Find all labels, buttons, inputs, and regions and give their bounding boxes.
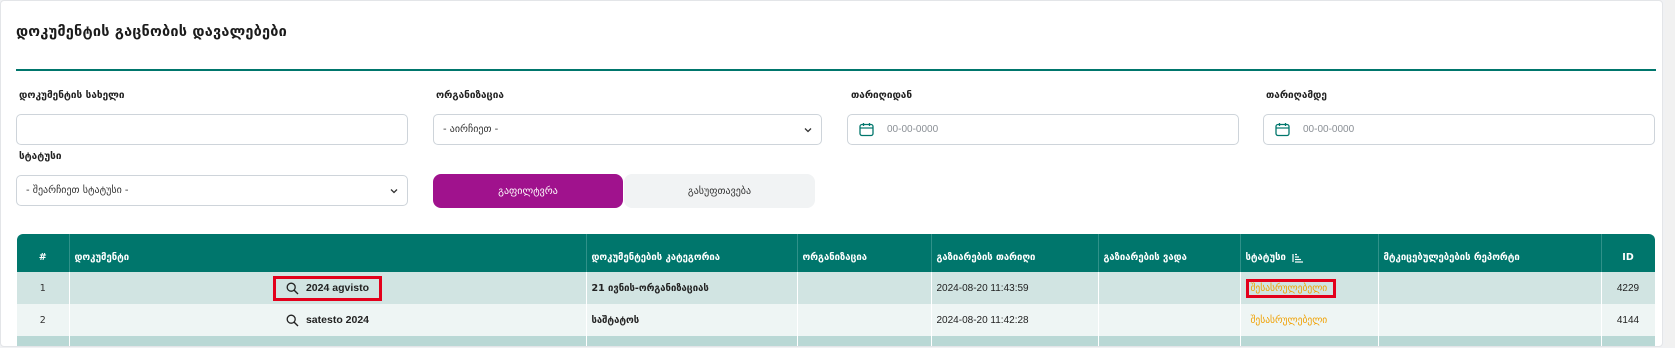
report-cell xyxy=(1378,304,1602,336)
search-icon xyxy=(286,282,299,294)
category-cell: 21 ივნის-ორგანიზაციას xyxy=(586,272,798,304)
column-header-shared-date: გაზიარების თარიღი xyxy=(931,234,1099,272)
calendar-icon xyxy=(859,123,874,137)
date-to-placeholder: 00-00-0000 xyxy=(1303,124,1355,135)
column-header-report: მტკიცებულებების რეპორტი xyxy=(1378,234,1602,272)
search-icon xyxy=(286,314,299,326)
sort-icon[interactable] xyxy=(1292,253,1304,263)
row-number: 2 xyxy=(17,304,70,336)
id-cell: 4229 xyxy=(1601,272,1655,304)
deadline-cell xyxy=(1098,272,1241,304)
status-selected-value: - შეარჩიეთ სტატუსი - xyxy=(26,185,129,196)
status-badge[interactable]: შესასრულებელი xyxy=(1246,315,1328,326)
table-row[interactable]: 2 satesto 2024 საშტატოს 2024-08-20 11:42… xyxy=(17,304,1655,336)
date-from-input[interactable]: 00-00-0000 xyxy=(847,114,1239,145)
column-header-deadline: გაზიარების ვადა xyxy=(1098,234,1241,272)
column-header-status[interactable]: სტატუსი xyxy=(1240,234,1379,272)
column-header-document: დოკუმენტი xyxy=(69,234,587,272)
report-cell xyxy=(1378,272,1602,304)
organization-cell xyxy=(797,272,932,304)
document-name-input[interactable] xyxy=(16,114,408,145)
chevron-down-icon xyxy=(390,189,398,194)
scrollbar[interactable] xyxy=(1665,0,1675,347)
document-name: 2024 agvisto xyxy=(305,282,370,294)
organization-select[interactable]: - აირჩიეთ - xyxy=(433,114,822,145)
table-row-partial xyxy=(17,336,1655,346)
category-cell: საშტატოს xyxy=(586,304,798,336)
chevron-down-icon xyxy=(804,128,812,133)
row-number: 1 xyxy=(17,272,70,304)
calendar-icon xyxy=(1275,123,1290,137)
column-header-id: ID xyxy=(1601,234,1655,272)
title-divider xyxy=(16,69,1656,71)
organization-selected-value: - აირჩიეთ - xyxy=(443,124,499,135)
shared-date-cell: 2024-08-20 11:43:59 xyxy=(931,272,1099,304)
date-to-label: თარიღამდე xyxy=(1266,90,1327,101)
table-row[interactable]: 1 2024 agvisto 21 ივნის-ორგანიზაციას 202… xyxy=(17,272,1655,304)
status-label: სტატუსი xyxy=(19,151,62,162)
column-header-organization: ორგანიზაცია xyxy=(797,234,932,272)
shared-date-cell: 2024-08-20 11:42:28 xyxy=(931,304,1099,336)
column-header-status-label: სტატუსი xyxy=(1245,252,1286,263)
column-header-number: # xyxy=(17,234,70,272)
id-cell: 4144 xyxy=(1601,304,1655,336)
document-link[interactable]: 2024 agvisto xyxy=(272,275,383,301)
status-select[interactable]: - შეარჩიეთ სტატუსი - xyxy=(16,175,408,206)
deadline-cell xyxy=(1098,304,1241,336)
organization-cell xyxy=(797,304,932,336)
tasks-table: # დოკუმენტი დოკუმენტების კატეგორია ორგან… xyxy=(17,234,1655,348)
date-from-label: თარიღიდან xyxy=(851,90,913,101)
date-to-input[interactable]: 00-00-0000 xyxy=(1263,114,1655,145)
organization-label: ორგანიზაცია xyxy=(436,90,504,101)
reset-button[interactable]: გასუფთავება xyxy=(624,174,815,208)
status-badge[interactable]: შესასრულებელი xyxy=(1245,278,1337,298)
main-card: დოკუმენტის გაცნობის დავალებები დოკუმენტი… xyxy=(0,0,1663,347)
date-from-placeholder: 00-00-0000 xyxy=(887,124,939,135)
page-title: დოკუმენტის გაცნობის დავალებები xyxy=(16,24,287,40)
column-header-category: დოკუმენტების კატეგორია xyxy=(586,234,798,272)
document-name: satesto 2024 xyxy=(305,314,370,326)
document-name-label: დოკუმენტის სახელი xyxy=(19,90,125,101)
filter-button[interactable]: გაფილტვრა xyxy=(433,174,623,208)
document-link[interactable]: satesto 2024 xyxy=(276,311,379,330)
table-header-row: # დოკუმენტი დოკუმენტების კატეგორია ორგან… xyxy=(17,234,1655,272)
